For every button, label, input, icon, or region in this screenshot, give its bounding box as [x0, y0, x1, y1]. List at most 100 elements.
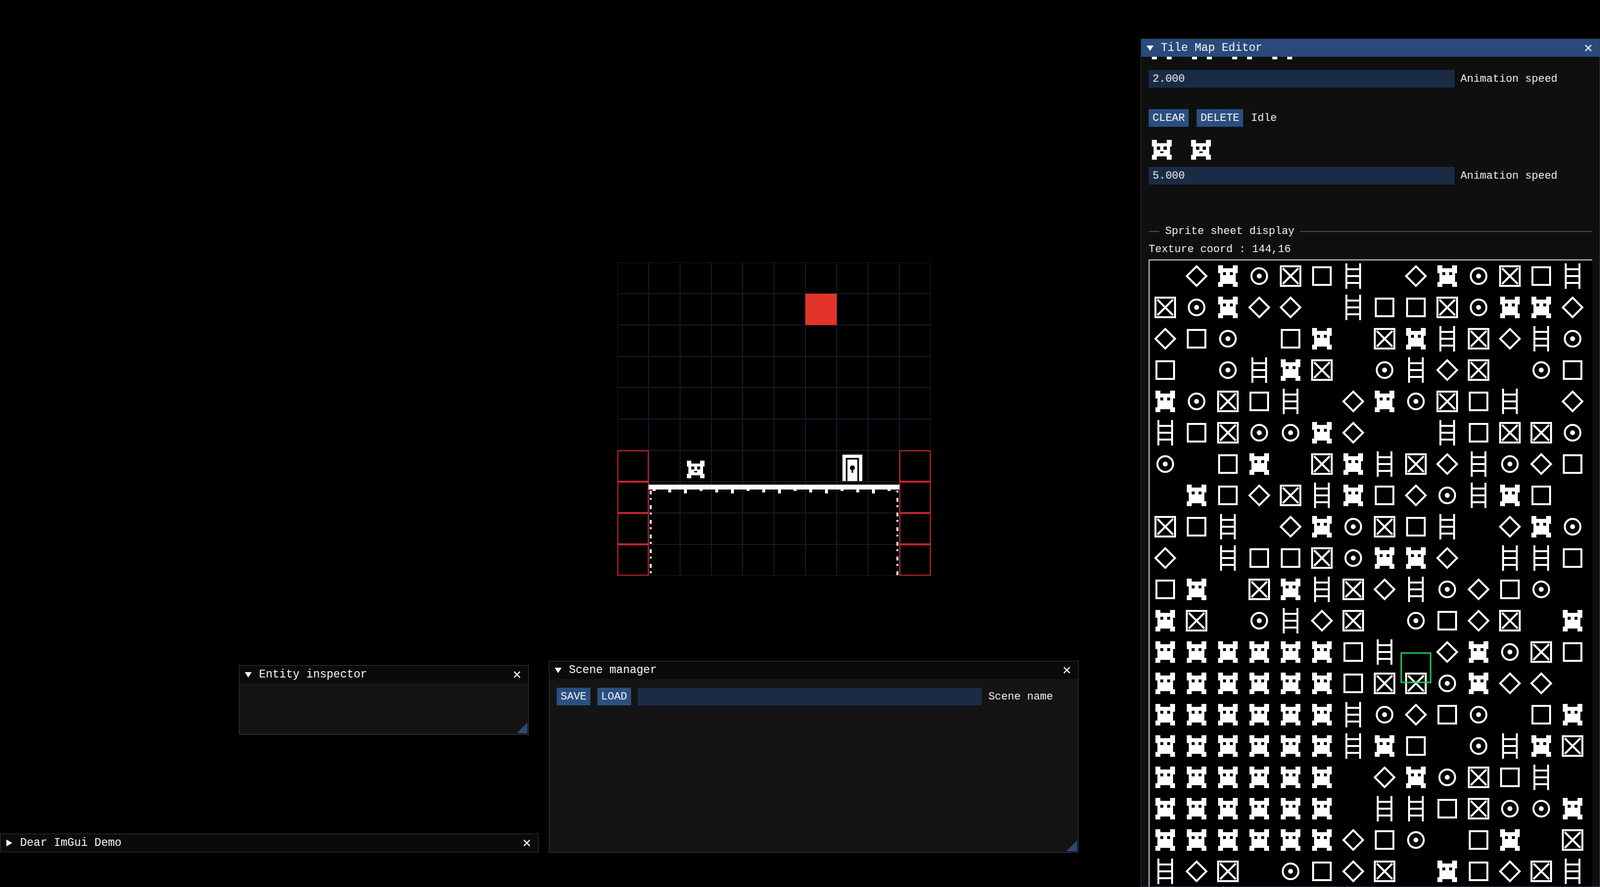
map-cell[interactable]	[711, 262, 743, 294]
map-cell[interactable]	[836, 293, 869, 326]
map-cell[interactable]	[774, 513, 806, 545]
map-cell[interactable]	[742, 387, 775, 420]
speed-input[interactable]: 5.000	[1148, 166, 1455, 185]
collapse-arrow-icon[interactable]	[244, 671, 253, 679]
map-cell[interactable]	[617, 450, 649, 482]
map-cell[interactable]	[805, 544, 837, 576]
collapse-arrow-icon[interactable]	[1146, 44, 1154, 52]
map-cell[interactable]	[648, 293, 681, 326]
map-cell[interactable]	[617, 293, 649, 326]
scene-viewport[interactable]	[617, 262, 931, 576]
map-cell[interactable]	[868, 419, 900, 451]
map-cell[interactable]	[899, 387, 931, 420]
map-cell[interactable]	[680, 325, 712, 357]
map-cell[interactable]	[648, 544, 681, 576]
map-cell[interactable]	[836, 262, 869, 294]
map-cell[interactable]	[680, 419, 712, 451]
title-bar[interactable]: Dear ImGui Demo	[0, 834, 539, 852]
map-cell[interactable]	[774, 387, 806, 420]
button[interactable]: CLEAR	[1148, 109, 1189, 127]
map-cell[interactable]	[711, 356, 743, 388]
map-cell[interactable]	[680, 544, 712, 576]
title-bar[interactable]: Tile Map Editor	[1141, 39, 1600, 57]
map-cell[interactable]	[774, 293, 806, 326]
map-cell[interactable]	[648, 419, 681, 451]
map-cell[interactable]	[711, 293, 743, 326]
map-cell[interactable]	[836, 513, 869, 545]
map-cell[interactable]	[836, 450, 869, 482]
map-cell[interactable]	[711, 325, 743, 357]
map-cell[interactable]	[836, 356, 869, 388]
map-cell[interactable]	[774, 419, 806, 451]
map-cell[interactable]	[805, 513, 837, 545]
resize-grip-icon[interactable]	[516, 722, 528, 734]
map-cell[interactable]	[899, 325, 931, 357]
map-cell[interactable]	[836, 419, 869, 451]
collapse-arrow-icon[interactable]	[5, 839, 14, 847]
map-cell[interactable]	[680, 513, 712, 545]
map-cell[interactable]	[742, 544, 775, 576]
map-cell[interactable]	[868, 544, 900, 576]
map-cell[interactable]	[648, 262, 681, 294]
map-cell[interactable]	[899, 293, 931, 326]
close-icon[interactable]	[1583, 43, 1593, 53]
button[interactable]: DELETE	[1196, 109, 1244, 127]
map-cell[interactable]	[805, 387, 837, 420]
map-cell[interactable]	[868, 262, 900, 294]
map-cell[interactable]	[742, 513, 775, 545]
map-cell[interactable]	[868, 450, 900, 482]
map-cell[interactable]	[617, 356, 649, 388]
map-cell[interactable]	[742, 450, 775, 482]
resize-grip-icon[interactable]	[1066, 840, 1078, 852]
map-cell[interactable]	[899, 481, 931, 514]
map-cell[interactable]	[742, 325, 775, 357]
map-cell[interactable]	[836, 387, 869, 420]
map-cell[interactable]	[774, 262, 806, 294]
scene-manager-window[interactable]: Scene managerSAVELOADScene name	[548, 660, 1079, 853]
map-cell[interactable]	[805, 419, 837, 451]
button[interactable]: SAVE	[556, 687, 591, 706]
map-cell[interactable]	[805, 450, 837, 482]
map-cell[interactable]	[805, 356, 837, 388]
map-cell[interactable]	[742, 293, 775, 326]
button[interactable]: LOAD	[597, 687, 632, 706]
map-cell[interactable]	[648, 356, 681, 388]
map-cell[interactable]	[617, 513, 649, 545]
map-cell[interactable]	[680, 387, 712, 420]
tile-map-editor-window[interactable]: Tile Map Editor2.000Animation speedCLEAR…	[1140, 38, 1600, 887]
map-cell[interactable]	[836, 325, 869, 357]
close-icon[interactable]	[512, 670, 522, 680]
map-cell[interactable]	[680, 356, 712, 388]
map-cell[interactable]	[711, 419, 743, 451]
title-bar[interactable]: Entity inspector	[239, 665, 529, 684]
map-cell[interactable]	[868, 387, 900, 420]
map-cell[interactable]	[868, 293, 900, 326]
map-cell[interactable]	[711, 544, 743, 576]
close-icon[interactable]	[1062, 665, 1072, 675]
map-cell[interactable]	[617, 262, 649, 294]
collapse-arrow-icon[interactable]	[554, 666, 563, 674]
map-cell[interactable]	[648, 325, 681, 357]
map-cell[interactable]	[680, 450, 712, 482]
map-cell[interactable]	[899, 356, 931, 388]
map-cell[interactable]	[617, 481, 649, 514]
map-cell[interactable]	[617, 544, 649, 576]
map-cell[interactable]	[617, 419, 649, 451]
map-cell[interactable]	[742, 419, 775, 451]
map-cell[interactable]	[648, 513, 681, 545]
map-cell[interactable]	[648, 387, 681, 420]
map-cell[interactable]	[774, 325, 806, 357]
map-cell[interactable]	[899, 450, 931, 482]
map-cell[interactable]	[805, 262, 837, 294]
map-cell[interactable]	[899, 419, 931, 451]
map-cell[interactable]	[899, 513, 931, 545]
map-cell[interactable]	[899, 262, 931, 294]
map-cell[interactable]	[774, 356, 806, 388]
map-cell[interactable]	[868, 325, 900, 357]
map-cell[interactable]	[742, 356, 775, 388]
map-cell[interactable]	[805, 325, 837, 357]
map-cell[interactable]	[868, 356, 900, 388]
map-cell[interactable]	[711, 513, 743, 545]
map-cell[interactable]	[680, 262, 712, 294]
map-cell[interactable]	[774, 544, 806, 576]
